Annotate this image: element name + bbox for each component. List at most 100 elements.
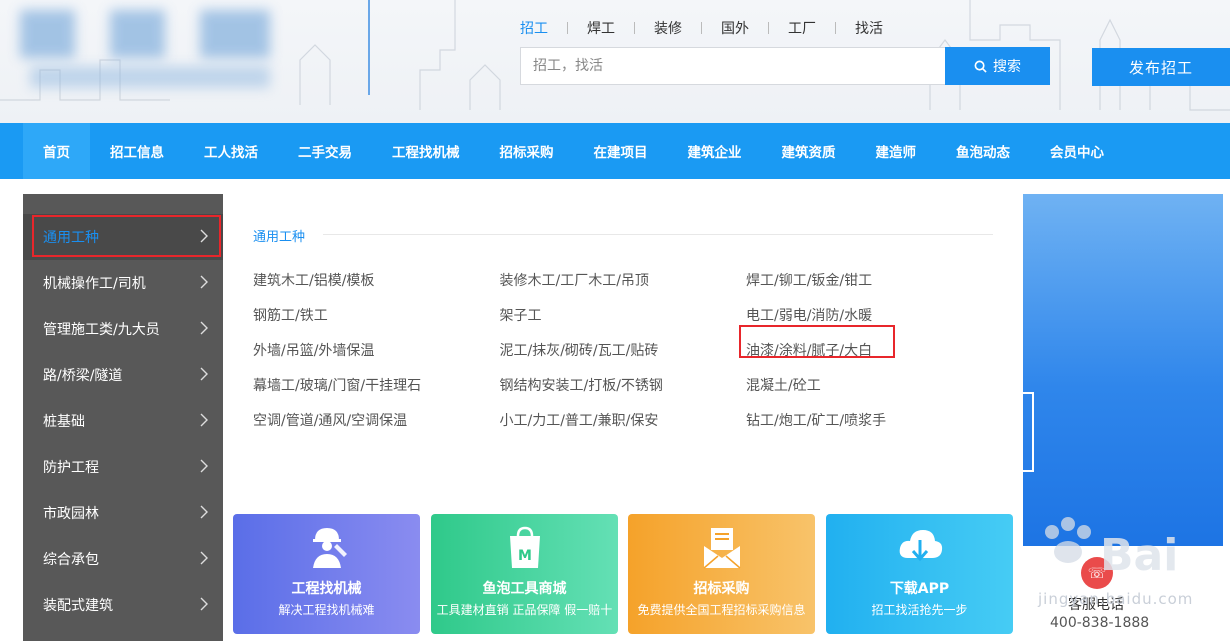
promo-banner[interactable]: [1023, 194, 1223, 546]
sidebar-item-label: 桩基础: [43, 414, 85, 430]
chevron-right-icon: [200, 505, 208, 519]
nav-item-bidding[interactable]: 招标采购: [480, 123, 574, 179]
job-link[interactable]: 钢结构安装工/打板/不锈钢: [500, 375, 747, 395]
chevron-right-icon: [200, 367, 208, 381]
card-title: 鱼泡工具商城: [482, 581, 567, 597]
job-grid: 建筑木工/铝模/模板 装修木工/工厂木工/吊顶 焊工/铆工/钣金/钳工 钢筋工/…: [253, 262, 1013, 437]
card-tool-mall[interactable]: M 鱼泡工具商城 工具建材直销 正品保障 假一赔十: [431, 514, 618, 634]
nav-item-home[interactable]: 首页: [23, 123, 90, 179]
search-tab-guowai[interactable]: 国外: [721, 18, 749, 38]
search-box: 搜索: [520, 47, 1050, 85]
sidebar-item-protection[interactable]: 防护工程: [23, 444, 223, 490]
sidebar-item-machinery-driver[interactable]: 机械操作工/司机: [23, 260, 223, 306]
job-link[interactable]: 泥工/抹灰/砌砖/瓦工/贴砖: [500, 340, 747, 360]
svg-text:M: M: [518, 548, 532, 564]
chevron-right-icon: [200, 321, 208, 335]
job-link[interactable]: 混凝土/砼工: [746, 375, 993, 395]
panel-title: 通用工种: [253, 230, 306, 245]
logo[interactable]: [10, 0, 370, 123]
sidebar-item-label: 机械操作工/司机: [43, 276, 146, 292]
card-title: 招标采购: [693, 581, 750, 597]
service-phone[interactable]: 400-838-1888: [1050, 615, 1149, 631]
cloud-download-icon: [899, 530, 942, 562]
sidebar-item-label: 通用工种: [43, 230, 99, 246]
publish-job-button[interactable]: 发布招工: [1092, 48, 1230, 86]
search-tab-gongchang[interactable]: 工厂: [788, 18, 816, 38]
chevron-right-icon: [200, 597, 208, 611]
search-tab-zhaohuo[interactable]: 找活: [855, 18, 883, 38]
nav-item-worker-find-job[interactable]: 工人找活: [184, 123, 278, 179]
job-row: 空调/管道/通风/空调保温 小工/力工/普工/兼职/保安 钻工/炮工/矿工/喷浆…: [253, 402, 1013, 437]
card-machinery[interactable]: 工程找机械 解决工程找机械难: [233, 514, 420, 634]
main-nav: 首页 招工信息 工人找活 二手交易 工程找机械 招标采购 在建项目 建筑企业 建…: [0, 123, 1230, 179]
job-category-panel: 通用工种 建筑木工/铝模/模板 装修木工/工厂木工/吊顶 焊工/铆工/钣金/钳工…: [223, 194, 1023, 494]
chevron-right-icon: [200, 413, 208, 427]
sidebar-item-municipal[interactable]: 市政园林: [23, 490, 223, 536]
sidebar-item-general-contract[interactable]: 综合承包: [23, 536, 223, 582]
job-link[interactable]: 焊工/铆工/钣金/钳工: [746, 270, 993, 290]
job-row: 建筑木工/铝模/模板 装修木工/工厂木工/吊顶 焊工/铆工/钣金/钳工: [253, 262, 1013, 297]
sidebar-item-label: 路/桥梁/隧道: [43, 368, 123, 384]
svg-text:Bai: Bai: [1100, 530, 1178, 581]
nav-item-second-hand[interactable]: 二手交易: [278, 123, 372, 179]
job-link[interactable]: 外墙/吊篮/外墙保温: [253, 340, 500, 360]
card-bidding[interactable]: 招标采购 免费提供全国工程招标采购信息: [628, 514, 815, 634]
category-sidebar: 通用工种 机械操作工/司机 管理施工类/九大员 路/桥梁/隧道 桩基础 防护工程…: [23, 194, 223, 641]
chevron-right-icon: [200, 275, 208, 289]
search-button-label: 搜索: [993, 59, 1021, 75]
job-link[interactable]: 电工/弱电/消防/水暖: [746, 305, 993, 325]
sidebar-item-label: 市政园林: [43, 506, 99, 522]
card-subtitle: 工具建材直销 正品保障 假一赔十: [436, 603, 613, 617]
nav-item-news[interactable]: 鱼泡动态: [936, 123, 1030, 179]
sidebar-item-pile-foundation[interactable]: 桩基础: [23, 398, 223, 444]
card-title: 下载APP: [889, 581, 950, 597]
nav-item-constructors[interactable]: 建造师: [856, 123, 937, 179]
nav-item-projects[interactable]: 在建项目: [574, 123, 668, 179]
nav-item-machinery[interactable]: 工程找机械: [372, 123, 480, 179]
job-row: 幕墙工/玻璃/门窗/干挂理石 钢结构安装工/打板/不锈钢 混凝土/砼工: [253, 367, 1013, 402]
chevron-right-icon: [200, 551, 208, 565]
job-link[interactable]: 架子工: [500, 305, 747, 325]
chevron-right-icon: [200, 459, 208, 473]
card-download-app[interactable]: 下载APP 招工找活抢先一步: [826, 514, 1013, 634]
job-link[interactable]: 小工/力工/普工/兼职/保安: [500, 410, 747, 430]
job-link[interactable]: 空调/管道/通风/空调保温: [253, 410, 500, 430]
search-button[interactable]: 搜索: [945, 47, 1050, 85]
worker-wrench-icon: [312, 528, 347, 568]
search-tab-hangong[interactable]: 焊工: [587, 18, 615, 38]
watermark-text: jingyan.baidu.com: [1038, 590, 1194, 608]
envelope-document-icon: [703, 528, 740, 569]
sidebar-item-road-bridge[interactable]: 路/桥梁/隧道: [23, 352, 223, 398]
sidebar-item-label: 防护工程: [43, 460, 99, 476]
job-row: 钢筋工/铁工 架子工 电工/弱电/消防/水暖: [253, 297, 1013, 332]
header: 招工 焊工 装修 国外 工厂 找活 搜索 发布招工: [0, 0, 1230, 123]
shopping-bag-icon: M: [509, 526, 540, 568]
banner-edge: [1023, 392, 1034, 472]
nav-item-companies[interactable]: 建筑企业: [668, 123, 762, 179]
search-tabs: 招工 焊工 装修 国外 工厂 找活: [520, 18, 883, 38]
card-subtitle: 免费提供全国工程招标采购信息: [637, 603, 806, 617]
nav-item-member-center[interactable]: 会员中心: [1030, 123, 1124, 179]
job-link[interactable]: 装修木工/工厂木工/吊顶: [500, 270, 747, 290]
sidebar-item-label: 装配式建筑: [43, 598, 113, 614]
card-subtitle: 招工找活抢先一步: [871, 603, 968, 617]
search-tab-zhaogong[interactable]: 招工: [520, 18, 548, 38]
search-input[interactable]: [520, 47, 945, 85]
nav-item-job-info[interactable]: 招工信息: [90, 123, 184, 179]
chevron-right-icon: [200, 229, 208, 243]
search-tab-zhuangxiu[interactable]: 装修: [654, 18, 682, 38]
job-row: 外墙/吊篮/外墙保温 泥工/抹灰/砌砖/瓦工/贴砖 油漆/涂料/腻子/大白: [253, 332, 1013, 367]
job-link[interactable]: 钢筋工/铁工: [253, 305, 500, 325]
panel-divider: [323, 234, 993, 235]
job-link[interactable]: 钻工/炮工/矿工/喷浆手: [746, 410, 993, 430]
sidebar-item-general[interactable]: 通用工种: [23, 214, 223, 260]
sidebar-item-label: 管理施工类/九大员: [43, 322, 160, 338]
job-link[interactable]: 建筑木工/铝模/模板: [253, 270, 500, 290]
job-link[interactable]: 油漆/涂料/腻子/大白: [746, 340, 993, 360]
sidebar-item-management[interactable]: 管理施工类/九大员: [23, 306, 223, 352]
sidebar-item-prefab[interactable]: 装配式建筑: [23, 582, 223, 628]
nav-item-qualifications[interactable]: 建筑资质: [762, 123, 856, 179]
card-subtitle: 解决工程找机械难: [278, 603, 375, 617]
logo-divider: [368, 0, 370, 95]
job-link[interactable]: 幕墙工/玻璃/门窗/干挂理石: [253, 375, 500, 395]
